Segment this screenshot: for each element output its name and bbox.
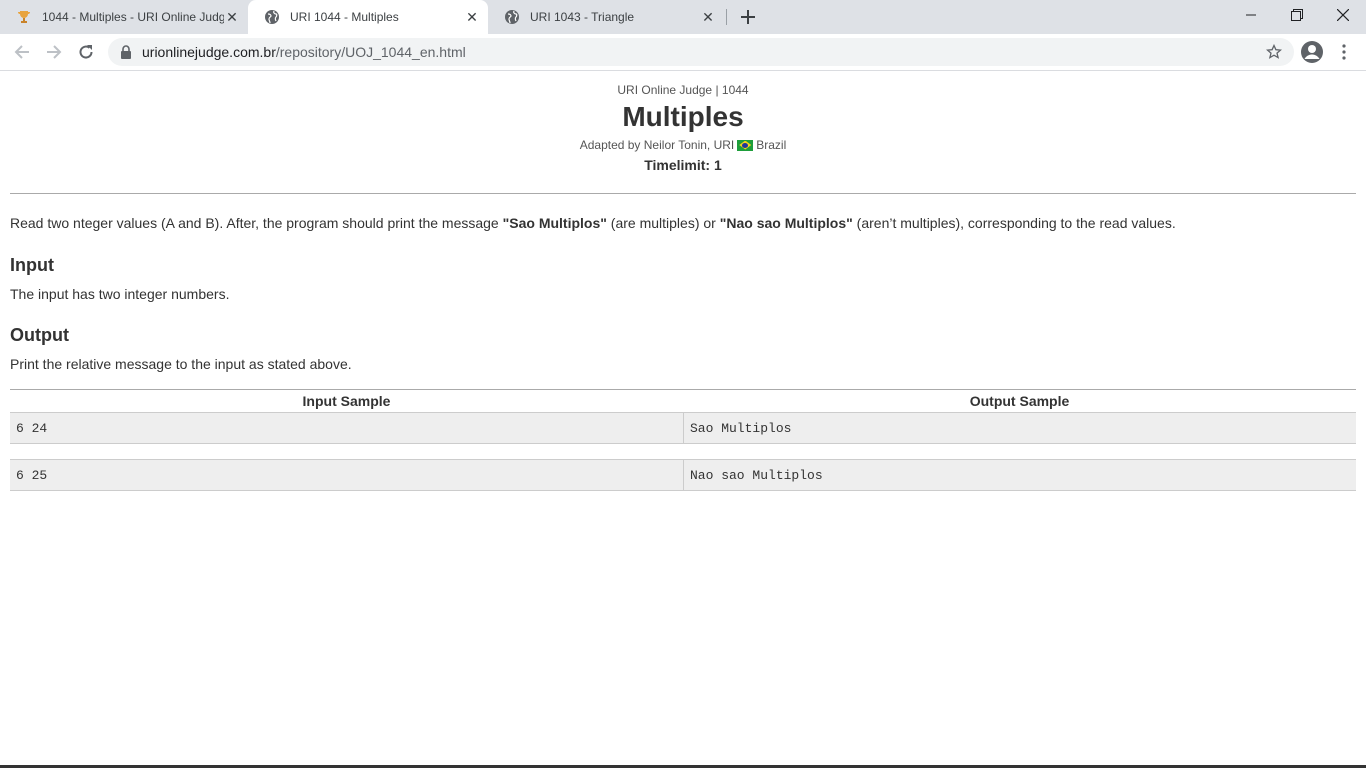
sample-header-row: Input Sample Output Sample — [10, 390, 1356, 412]
sample-input-cell: 6 24 — [16, 420, 48, 436]
tab-title: URI 1043 - Triangle — [530, 10, 635, 24]
browser-toolbar: urionlinejudge.com.br/repository/UOJ_104… — [0, 34, 1366, 71]
new-tab-button[interactable] — [737, 6, 759, 28]
globe-icon — [505, 10, 519, 24]
forward-button[interactable] — [40, 38, 68, 66]
account-icon — [1301, 41, 1323, 63]
close-tab-icon[interactable]: ✕ — [464, 9, 480, 25]
arrow-left-icon — [14, 45, 29, 59]
adapted-by: Adapted by Neilor Tonin, URI Brazil — [0, 138, 1366, 152]
description-part: (aren’t multiples), corresponding to the… — [852, 215, 1176, 231]
close-window-button[interactable] — [1320, 0, 1366, 30]
more-vertical-icon — [1342, 44, 1346, 60]
problem-page: URI Online Judge | 1044 Multiples Adapte… — [0, 71, 1366, 768]
url-host: urionlinejudge.com.br — [142, 44, 276, 60]
output-sample-header: Output Sample — [969, 393, 1070, 409]
star-icon[interactable] — [1266, 44, 1282, 60]
url-text: urionlinejudge.com.br/repository/UOJ_104… — [142, 44, 466, 60]
globe-icon — [265, 10, 279, 24]
profile-button[interactable] — [1298, 38, 1326, 66]
reload-button[interactable] — [72, 38, 100, 66]
close-tab-icon[interactable]: ✕ — [700, 9, 716, 25]
restore-button[interactable] — [1274, 0, 1320, 30]
sample-table: Input Sample Output Sample 6 24 Sao Mult… — [10, 389, 1356, 491]
tab-uri-1044-multiples[interactable]: URI 1044 - Multiples ✕ — [248, 0, 488, 34]
problem-description: Read two nteger values (A and B). After,… — [10, 215, 1176, 231]
sample-row: 6 25 Nao sao Multiplos — [10, 459, 1356, 491]
close-tab-icon[interactable]: ✕ — [224, 9, 240, 25]
trophy-icon — [18, 11, 30, 23]
minimize-icon — [1246, 14, 1256, 16]
input-heading: Input — [10, 255, 54, 275]
divider — [10, 193, 1356, 194]
description-bold: "Nao sao Multiplos" — [719, 215, 853, 231]
reload-icon — [79, 45, 93, 59]
description-part: (are multiples) or — [606, 215, 720, 231]
lock-icon[interactable] — [120, 45, 132, 59]
url-path: /repository/UOJ_1044_en.html — [275, 44, 466, 60]
back-button[interactable] — [8, 38, 36, 66]
plus-icon — [741, 10, 755, 24]
browser-menu-button[interactable] — [1332, 38, 1356, 66]
minimize-button[interactable] — [1228, 0, 1274, 30]
tab-uri-1043-triangle[interactable]: URI 1043 - Triangle ✕ — [488, 0, 724, 34]
tab-title: 1044 - Multiples - URI Online Judge — [42, 10, 224, 24]
input-sample-header: Input Sample — [302, 393, 391, 409]
tab-strip: 1044 - Multiples - URI Online Judge ✕ UR… — [0, 0, 1366, 34]
restore-icon — [1291, 9, 1303, 21]
description-part: Read two nteger values (A and B). After,… — [10, 215, 503, 231]
input-text: The input has two integer numbers. — [10, 286, 230, 302]
output-heading: Output — [10, 325, 69, 345]
address-bar[interactable]: urionlinejudge.com.br/repository/UOJ_104… — [108, 38, 1294, 66]
sample-output-cell: Sao Multiplos — [683, 413, 1356, 443]
description-bold: "Sao Multiplos" — [502, 215, 607, 231]
judge-line: URI Online Judge | 1044 — [617, 83, 749, 97]
output-text: Print the relative message to the input … — [10, 356, 352, 372]
country-text: Brazil — [756, 138, 787, 152]
adapted-by-text: Adapted by Neilor Tonin, URI — [579, 138, 735, 152]
close-icon — [1337, 9, 1349, 21]
page-title: Multiples — [622, 101, 744, 132]
sample-input-cell: 6 25 — [16, 467, 48, 483]
sample-output-cell: Nao sao Multiplos — [683, 460, 1356, 490]
tab-1044-uri-online-judge[interactable]: 1044 - Multiples - URI Online Judge ✕ — [0, 0, 248, 34]
arrow-right-icon — [47, 45, 62, 59]
sample-row: 6 24 Sao Multiplos — [10, 412, 1356, 444]
timelimit: Timelimit: 1 — [644, 157, 722, 173]
tab-title: URI 1044 - Multiples — [290, 10, 399, 24]
brazil-flag-icon — [737, 139, 754, 151]
tab-divider — [726, 9, 727, 25]
